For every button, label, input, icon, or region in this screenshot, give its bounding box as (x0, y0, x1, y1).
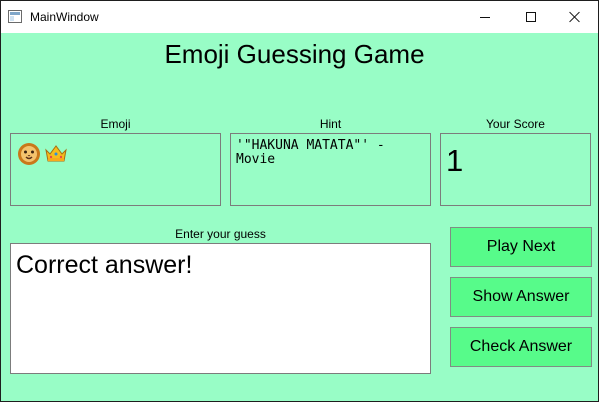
emoji-display (10, 133, 221, 206)
window-title: MainWindow (30, 10, 99, 24)
crown-icon (45, 145, 67, 162)
score-label: Your Score (486, 117, 545, 131)
guess-input[interactable]: Correct answer! (10, 243, 431, 374)
main-window: MainWindow Emoji Guessing Game Emoji Hin… (0, 0, 599, 402)
hint-display: '"HAKUNA MATATA"' - Movie (230, 133, 431, 206)
check-answer-button[interactable]: Check Answer (450, 327, 592, 367)
close-button[interactable] (552, 1, 598, 33)
maximize-button[interactable] (508, 1, 554, 33)
game-title: Emoji Guessing Game (164, 39, 425, 69)
hint-text: '"HAKUNA MATATA"' - Movie (236, 138, 393, 167)
emoji-label: Emoji (100, 117, 131, 131)
minimize-icon (480, 16, 490, 18)
score-display: 1 (440, 133, 591, 206)
close-icon (569, 11, 581, 23)
lion-face-icon (18, 143, 40, 165)
guess-input-value: Correct answer! (16, 251, 193, 279)
show-answer-button[interactable]: Show Answer (450, 277, 592, 317)
application-icon (8, 10, 22, 23)
maximize-icon (526, 12, 536, 22)
guess-label: Enter your guess (175, 227, 266, 241)
hint-label: Hint (319, 117, 342, 131)
score-value: 1 (446, 143, 464, 178)
play-next-button[interactable]: Play Next (450, 227, 592, 267)
minimize-button[interactable] (462, 1, 508, 33)
title-bar[interactable]: MainWindow (1, 1, 598, 33)
